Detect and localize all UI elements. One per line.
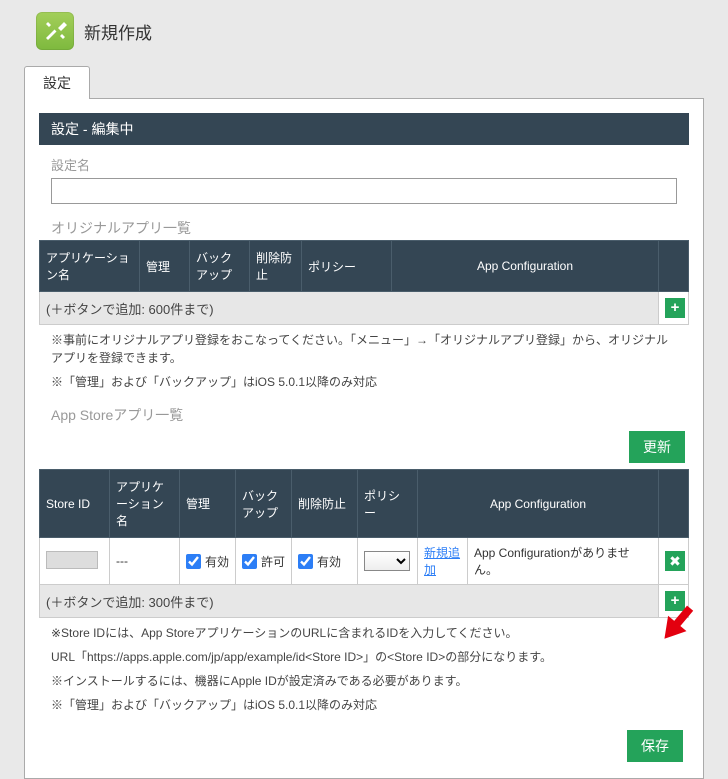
manage-label: 有効	[205, 553, 229, 570]
save-button[interactable]: 保存	[627, 730, 683, 762]
col-policy: ポリシー	[358, 470, 418, 538]
page-header: 新規作成	[0, 0, 728, 58]
app-config-cell: App Configurationがありません。	[468, 538, 659, 585]
delete-label: 有効	[317, 553, 341, 570]
col-app-config: App Configuration	[392, 241, 659, 292]
tab-settings[interactable]: 設定	[24, 66, 90, 99]
col-action	[659, 470, 689, 538]
add-store-app-button[interactable]: +	[665, 591, 685, 611]
settings-name-input[interactable]	[51, 178, 677, 204]
store-add-hint: (＋ボタンで追加: 300件まで)	[40, 585, 659, 618]
form-block: 設定名	[39, 145, 689, 210]
store-apps-table: Store ID アプリケーション名 管理 バックアップ 削除防止 ポリシー A…	[39, 469, 689, 618]
col-policy: ポリシー	[302, 241, 392, 292]
backup-label: 許可	[261, 553, 285, 570]
store-note-2: URL「https://apps.apple.com/jp/app/exampl…	[39, 648, 689, 672]
col-manage: 管理	[140, 241, 190, 292]
store-note-1: ※Store IDには、App StoreアプリケーションのURLに含まれるID…	[39, 618, 689, 648]
add-new-link[interactable]: 新規追加	[424, 546, 460, 577]
add-original-app-button[interactable]: +	[665, 298, 685, 318]
remove-row-button[interactable]: ✖	[665, 551, 685, 571]
original-add-hint: (＋ボタンで追加: 600件まで)	[40, 292, 659, 325]
tools-icon	[36, 12, 74, 50]
settings-name-label: 設定名	[51, 155, 677, 174]
settings-panel: 設定 - 編集中 設定名 オリジナルアプリ一覧 アプリケーション名 管理 バック…	[24, 98, 704, 779]
store-note-3: ※インストールするには、機器にApple IDが設定済みである必要があります。	[39, 672, 689, 696]
col-store-id: Store ID	[40, 470, 110, 538]
col-action	[659, 241, 689, 292]
page-title: 新規作成	[84, 19, 152, 44]
store-apps-title: App Storeアプリ一覧	[39, 397, 689, 427]
manage-checkbox[interactable]: 有効	[186, 553, 229, 570]
col-backup: バックアップ	[190, 241, 250, 292]
col-app-name: アプリケーション名	[110, 470, 180, 538]
delete-check[interactable]	[298, 554, 313, 569]
original-apps-title: オリジナルアプリ一覧	[39, 210, 689, 240]
store-note-4: ※「管理」および「バックアップ」はiOS 5.0.1以降のみ対応	[39, 696, 689, 720]
original-note-1: ※事前にオリジナルアプリ登録をおこなってください。「メニュー」→「オリジナルアプ…	[39, 325, 689, 373]
table-row: --- 有効 許可 有効	[40, 538, 689, 585]
col-backup: バックアップ	[236, 470, 292, 538]
original-apps-table: アプリケーション名 管理 バックアップ 削除防止 ポリシー App Config…	[39, 240, 689, 325]
backup-checkbox[interactable]: 許可	[242, 553, 285, 570]
original-note-2: ※「管理」および「バックアップ」はiOS 5.0.1以降のみ対応	[39, 373, 689, 397]
col-manage: 管理	[180, 470, 236, 538]
col-app-config: App Configuration	[418, 470, 659, 538]
col-delete-protect: 削除防止	[292, 470, 358, 538]
tab-bar: 設定	[24, 66, 704, 99]
app-name-cell: ---	[110, 538, 180, 585]
update-button[interactable]: 更新	[629, 431, 685, 463]
col-delete-protect: 削除防止	[250, 241, 302, 292]
store-id-thumb	[46, 551, 98, 569]
backup-check[interactable]	[242, 554, 257, 569]
col-app-name: アプリケーション名	[40, 241, 140, 292]
section-title: 設定 - 編集中	[39, 113, 689, 145]
manage-check[interactable]	[186, 554, 201, 569]
policy-select[interactable]	[364, 551, 410, 571]
delete-protect-checkbox[interactable]: 有効	[298, 553, 351, 570]
